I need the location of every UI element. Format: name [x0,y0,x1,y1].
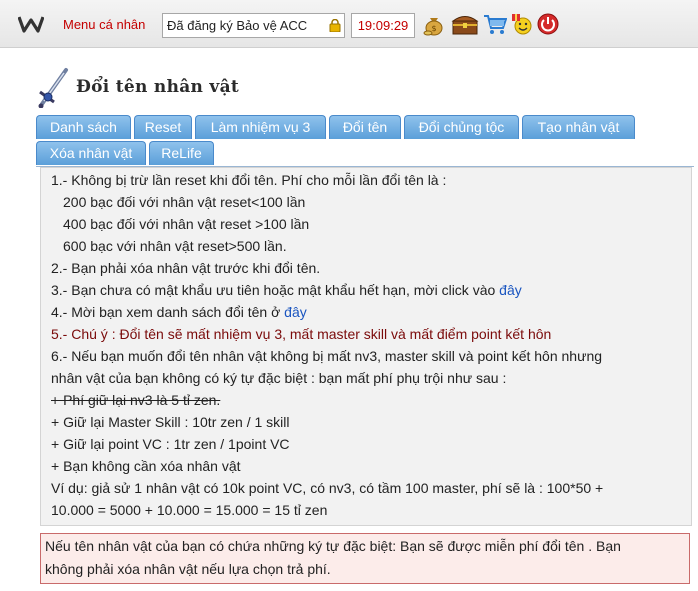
tab-quest-3[interactable]: Làm nhiệm vụ 3 [195,115,326,139]
rule-line-6-cont: nhân vật của bạn không có ký tự đặc biệt… [51,370,507,386]
fee-line-2: 400 bạc đối với nhân vật reset >100 lần [63,216,310,232]
page-title: Đổi tên nhân vật [76,77,240,97]
gift-smiley-icon[interactable] [510,12,534,36]
personal-menu-link[interactable]: Menu cá nhân [63,17,145,32]
fee-line-3: 600 bạc với nhân vật reset>500 lần. [63,238,287,254]
top-bar: Menu cá nhân Đã đăng ký Bảo vệ ACC 19:09… [0,0,698,48]
rule-line-5-warning: 5.- Chú ý : Đổi tên sẽ mất nhiệm vụ 3, m… [51,326,552,342]
account-protection-text: Đã đăng ký Bảo vệ ACC [167,18,308,33]
server-clock: 19:09:29 [351,13,415,38]
tab-list[interactable]: Danh sách [36,115,131,139]
notice-line-1: Nếu tên nhân vật của bạn có chứa những k… [45,538,621,554]
fee-line-1: 200 bạc đối với nhân vật reset<100 lần [63,194,306,210]
rule-line-1: 1.- Không bị trừ lần reset khi đổi tên. … [51,172,447,188]
page-header: Đổi tên nhân vật [36,66,436,108]
lock-icon [329,19,341,32]
svg-text:$: $ [431,24,436,33]
example-line-2: 10.000 = 5000 + 10.000 = 15.000 = 15 tỉ … [51,502,328,518]
fee-quest3-line: + Phí giữ lại nv3 là 5 tỉ zen. [51,392,220,408]
tab-create-character[interactable]: Tạo nhân vật [522,115,635,139]
notice-line-2: không phải xóa nhân vật nếu lựa chọn trả… [45,561,331,577]
power-icon[interactable] [536,12,560,36]
tab-delete-character[interactable]: Xóa nhân vật [36,141,146,165]
fee-quest3-text: + Phí giữ lại nv3 là 5 tỉ zen. [51,392,221,408]
password-link[interactable]: đây [499,282,522,298]
tab-relife[interactable]: ReLife [149,141,214,165]
example-line-1: Ví dụ: giả sử 1 nhân vật có 10k point VC… [51,480,604,496]
special-character-notice: Nếu tên nhân vật của bạn có chứa những k… [40,533,690,584]
fee-point-vc-line: + Giữ lại point VC : 1tr zen / 1point VC [51,436,290,452]
shopping-cart-icon[interactable] [483,12,507,36]
fee-master-skill-line: + Giữ lại Master Skill : 10tr zen / 1 sk… [51,414,290,430]
rule-line-4: 4.- Mời bạn xem danh sách đổi tên ở đây [51,304,307,320]
rule-line-6: 6.- Nếu bạn muốn đổi tên nhân vật không … [51,348,603,364]
rule-line-3-text: 3.- Bạn chưa có mật khẩu ưu tiên hoặc mậ… [51,282,500,298]
main-content: Đổi tên nhân vật Danh sách Reset Làm nhi… [36,48,698,591]
rename-rules-panel: 1.- Không bị trừ lần reset khi đổi tên. … [40,167,692,526]
account-protection-status: Đã đăng ký Bảo vệ ACC [162,13,345,38]
tab-change-race[interactable]: Đổi chủng tộc [404,115,519,139]
rule-line-4-text: 4.- Mời bạn xem danh sách đổi tên ở [51,304,285,320]
tab-reset[interactable]: Reset [134,115,192,139]
treasure-chest-icon[interactable] [451,12,479,36]
tab-rename[interactable]: Đổi tên [329,115,401,139]
w-logo[interactable] [18,15,44,33]
rename-list-link[interactable]: đây [284,304,307,320]
money-bag-icon[interactable]: $ [422,12,446,36]
sword-icon [38,68,68,108]
rule-line-2: 2.- Bạn phải xóa nhân vật trước khi đổi … [51,260,321,276]
no-delete-line: + Bạn không cần xóa nhân vật [51,458,241,474]
rule-line-3: 3.- Bạn chưa có mật khẩu ưu tiên hoặc mậ… [51,282,522,298]
